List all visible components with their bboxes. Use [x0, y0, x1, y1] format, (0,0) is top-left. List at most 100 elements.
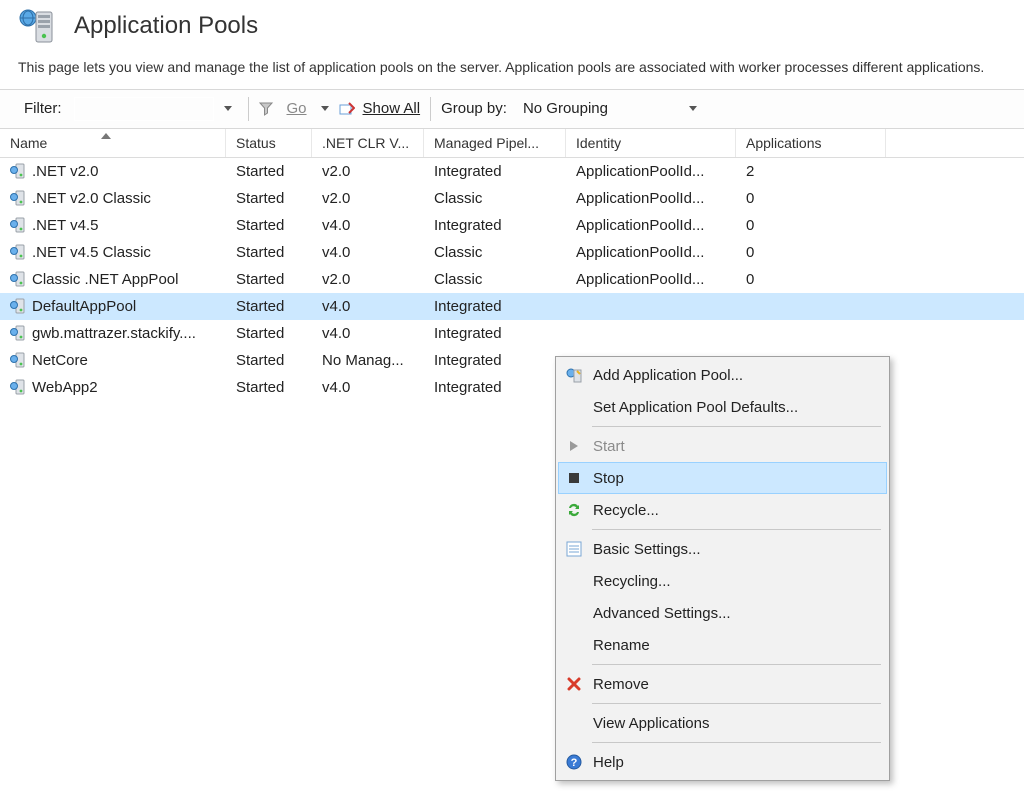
- stop-icon: [565, 469, 583, 487]
- cell-status: Started: [226, 161, 312, 182]
- settings-icon: [565, 540, 583, 558]
- blank-icon: [565, 636, 583, 654]
- col-header-pipeline[interactable]: Managed Pipel...: [424, 129, 566, 157]
- table-row[interactable]: .NET v4.5 ClassicStartedv4.0ClassicAppli…: [0, 239, 1024, 266]
- start-icon: [565, 437, 583, 455]
- svg-text:?: ?: [571, 757, 578, 769]
- blank-icon: [565, 604, 583, 622]
- filter-label: Filter:: [24, 100, 62, 117]
- menu-item[interactable]: Remove: [558, 668, 887, 700]
- filter-input[interactable]: [74, 97, 214, 121]
- app-pool-icon: [10, 271, 26, 287]
- grouping-dropdown-icon[interactable]: [689, 106, 697, 111]
- cell-status: Started: [226, 296, 312, 317]
- page-header: Application Pools: [0, 0, 1024, 54]
- cell-status: Started: [226, 242, 312, 263]
- table-row[interactable]: .NET v4.5 Startedv4.0IntegratedApplicatio…: [0, 212, 1024, 239]
- menu-item-label: View Applications: [593, 715, 709, 732]
- cell-name: .NET v4.5: [32, 217, 98, 234]
- add-pool-icon: [565, 366, 583, 384]
- cell-applications: 0: [736, 215, 886, 236]
- cell-pipeline: Integrated: [424, 350, 566, 371]
- showall-clear-icon: [339, 101, 355, 117]
- cell-identity: ApplicationPoolId...: [566, 161, 736, 182]
- menu-item-label: Recycling...: [593, 573, 671, 590]
- app-pool-icon: [10, 352, 26, 368]
- context-menu: Add Application Pool... Set Application P…: [555, 356, 890, 781]
- cell-identity: [566, 304, 736, 308]
- menu-item[interactable]: Rename: [558, 629, 887, 661]
- menu-item-label: Add Application Pool...: [593, 367, 743, 384]
- remove-icon: [565, 675, 583, 693]
- cell-name: NetCore: [32, 352, 88, 369]
- cell-applications: [736, 331, 886, 335]
- cell-status: Started: [226, 215, 312, 236]
- funnel-icon: [259, 101, 275, 117]
- filter-dropdown-icon[interactable]: [224, 106, 232, 111]
- menu-item[interactable]: Recycle...: [558, 494, 887, 526]
- cell-pipeline: Integrated: [424, 215, 566, 236]
- menu-item[interactable]: Set Application Pool Defaults...: [558, 391, 887, 423]
- cell-clr: v2.0: [312, 161, 424, 182]
- menu-separator: [592, 426, 881, 427]
- app-pool-icon: [10, 325, 26, 341]
- cell-identity: ApplicationPoolId...: [566, 242, 736, 263]
- cell-name: .NET v2.0: [32, 163, 98, 180]
- table-row[interactable]: .NET v2.0 Startedv2.0IntegratedApplicatio…: [0, 158, 1024, 185]
- cell-status: Started: [226, 269, 312, 290]
- page-description: This page lets you view and manage the l…: [0, 54, 1024, 89]
- menu-item[interactable]: Recycling...: [558, 565, 887, 597]
- show-all-button[interactable]: Show All: [363, 100, 421, 117]
- menu-item-label: Set Application Pool Defaults...: [593, 399, 798, 416]
- menu-item-label: Remove: [593, 676, 649, 693]
- menu-item-label: Stop: [593, 470, 624, 487]
- menu-item[interactable]: Stop: [558, 462, 887, 494]
- menu-item[interactable]: Advanced Settings...: [558, 597, 887, 629]
- grid-header: Name Status .NET CLR V... Managed Pipel.…: [0, 129, 1024, 158]
- col-header-name[interactable]: Name: [0, 129, 226, 157]
- cell-status: Started: [226, 188, 312, 209]
- cell-name: DefaultAppPool: [32, 298, 136, 315]
- app-pool-icon: [10, 163, 26, 179]
- cell-pipeline: Integrated: [424, 161, 566, 182]
- toolbar-separator: [248, 97, 249, 121]
- menu-item[interactable]: View Applications: [558, 707, 887, 739]
- go-dropdown-icon[interactable]: [321, 106, 329, 111]
- table-row[interactable]: DefaultAppPoolStartedv4.0Integrated: [0, 293, 1024, 320]
- cell-identity: ApplicationPoolId...: [566, 188, 736, 209]
- col-header-clr[interactable]: .NET CLR V...: [312, 129, 424, 157]
- cell-applications: 0: [736, 269, 886, 290]
- blank-icon: [565, 572, 583, 590]
- group-by-label: Group by:: [441, 100, 507, 117]
- menu-item[interactable]: ? Help: [558, 746, 887, 778]
- table-row[interactable]: Classic .NET AppPoolStartedv2.0ClassicAp…: [0, 266, 1024, 293]
- go-button[interactable]: Go: [283, 100, 311, 117]
- menu-item-label: Recycle...: [593, 502, 659, 519]
- table-row[interactable]: gwb.mattrazer.stackify....Startedv4.0Int…: [0, 320, 1024, 347]
- cell-clr: v4.0: [312, 296, 424, 317]
- menu-item[interactable]: Basic Settings...: [558, 533, 887, 565]
- grouping-select[interactable]: No Grouping: [519, 98, 679, 119]
- menu-item-label: Help: [593, 754, 624, 771]
- cell-applications: 2: [736, 161, 886, 182]
- cell-applications: 0: [736, 188, 886, 209]
- app-pool-icon: [10, 217, 26, 233]
- cell-applications: [736, 304, 886, 308]
- col-header-status[interactable]: Status: [226, 129, 312, 157]
- cell-clr: v4.0: [312, 242, 424, 263]
- menu-item[interactable]: Add Application Pool...: [558, 359, 887, 391]
- app-pool-icon: [10, 298, 26, 314]
- menu-separator: [592, 664, 881, 665]
- menu-item-label: Basic Settings...: [593, 541, 701, 558]
- col-header-identity[interactable]: Identity: [566, 129, 736, 157]
- cell-pipeline: Classic: [424, 188, 566, 209]
- table-row[interactable]: .NET v2.0 ClassicStartedv2.0ClassicAppli…: [0, 185, 1024, 212]
- menu-item: Start: [558, 430, 887, 462]
- cell-identity: ApplicationPoolId...: [566, 215, 736, 236]
- col-header-applications[interactable]: Applications: [736, 129, 886, 157]
- page-title: Application Pools: [74, 12, 258, 40]
- help-icon: ?: [565, 753, 583, 771]
- cell-clr: v4.0: [312, 215, 424, 236]
- menu-separator: [592, 703, 881, 704]
- app-pool-icon: [10, 244, 26, 260]
